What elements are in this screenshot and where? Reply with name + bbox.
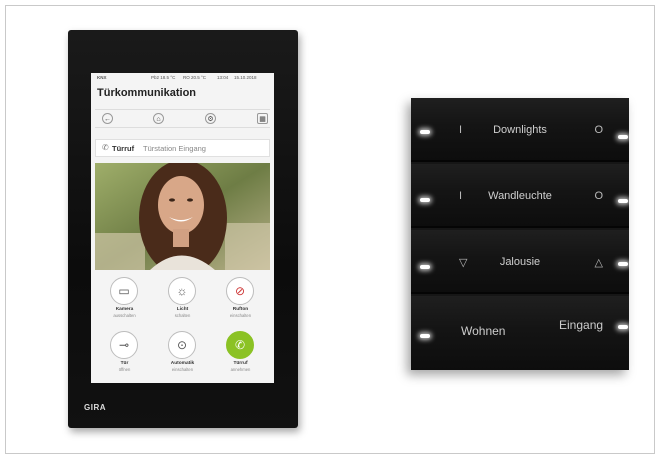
door-call-label: Türruf <box>112 144 135 153</box>
action-grid: ▭ Kamera ausschalten ☼ Licht schalten ⊘ … <box>95 273 270 381</box>
key-icon: ⊸ <box>110 331 138 359</box>
status-system: KNX <box>97 75 107 80</box>
action-sub: annehmen <box>230 367 251 372</box>
rocker-downlights[interactable]: I Downlights O <box>411 98 629 162</box>
status-time: 13:04 <box>217 75 229 80</box>
status-bar: KNX Pb2 18.5 °C RO 20.5 °C 13:04 15.10.2… <box>91 73 274 83</box>
status-led <box>420 334 430 338</box>
touch-screen: KNX Pb2 18.5 °C RO 20.5 °C 13:04 15.10.2… <box>91 73 274 383</box>
light-switch-tile[interactable]: ☼ Licht schalten <box>155 275 210 325</box>
rocker-right-symbol: O <box>594 124 603 136</box>
status-led <box>618 262 628 266</box>
action-sub: ausschalten <box>113 313 136 318</box>
action-label: Kamera <box>115 307 134 312</box>
status-led <box>618 325 628 329</box>
scene-eingang[interactable]: Eingang <box>559 318 603 332</box>
action-sub: öffnen <box>118 367 131 372</box>
action-label: Rufton <box>232 307 249 312</box>
action-label: Türruf <box>233 361 248 366</box>
door-station-label: Türstation Eingang <box>143 144 206 153</box>
brand-logo: GIRA <box>84 403 106 412</box>
camera-icon: ▭ <box>110 277 138 305</box>
rocker-right-symbol: O <box>594 190 603 202</box>
back-arrow-icon[interactable]: ← <box>102 113 113 124</box>
action-sub: schalten <box>174 313 191 318</box>
status-led <box>420 198 430 202</box>
bell-off-icon: ⊘ <box>226 277 254 305</box>
nav-bar: ← ⌂ ⚙ ▦ <box>95 109 270 128</box>
rocker-scenes[interactable]: Wohnen Eingang <box>411 296 629 370</box>
ringtone-on-tile[interactable]: ⊘ Rufton einschalten <box>213 275 268 325</box>
rocker-jalousie[interactable]: ▽ Jalousie △ <box>411 230 629 294</box>
action-sub: einschalten <box>171 367 194 372</box>
action-label: Tür <box>120 361 129 366</box>
action-sub: einschalten <box>229 313 252 318</box>
status-temp-1: Pb2 18.5 °C <box>151 75 176 80</box>
rocker-right-symbol: △ <box>594 257 603 269</box>
page-title: Türkommunikation <box>97 87 197 99</box>
settings-icon[interactable]: ⚙ <box>205 113 216 124</box>
status-led <box>420 265 430 269</box>
auto-open-icon: ⊙ <box>168 331 196 359</box>
light-icon: ☼ <box>168 277 196 305</box>
push-button-sensor: I Downlights O I Wandleuchte O ▽ Jalousi… <box>411 98 629 370</box>
answer-call-tile[interactable]: ✆ Türruf annehmen <box>213 329 268 379</box>
status-led <box>618 199 628 203</box>
phone-icon: ✆ <box>102 143 109 152</box>
action-label: Automatik <box>170 361 195 366</box>
door-open-tile[interactable]: ⊸ Tür öffnen <box>97 329 152 379</box>
status-temp-2: RO 20.5 °C <box>183 75 207 80</box>
grid-icon[interactable]: ▦ <box>257 113 268 124</box>
status-date: 15.10.2018 <box>234 75 257 80</box>
phone-icon: ✆ <box>226 331 254 359</box>
action-label: Licht <box>176 307 189 312</box>
door-call-bar[interactable]: ✆ Türruf Türstation Eingang <box>95 139 270 157</box>
home-icon[interactable]: ⌂ <box>153 113 164 124</box>
camera-off-tile[interactable]: ▭ Kamera ausschalten <box>97 275 152 325</box>
status-led <box>618 135 628 139</box>
camera-video-feed <box>95 163 270 270</box>
status-led <box>420 130 430 134</box>
scene-wohnen[interactable]: Wohnen <box>461 324 505 338</box>
automatic-on-tile[interactable]: ⊙ Automatik einschalten <box>155 329 210 379</box>
rocker-wandleuchte[interactable]: I Wandleuchte O <box>411 164 629 228</box>
